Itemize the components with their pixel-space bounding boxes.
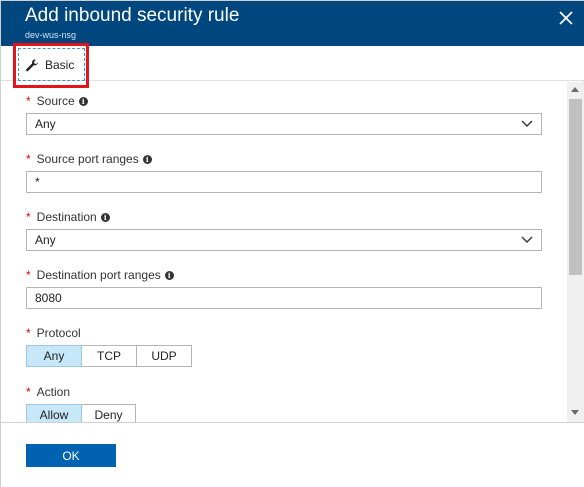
destination-label-row: * Destination i	[26, 210, 110, 224]
protocol-label: Protocol	[36, 326, 81, 340]
source-port-label: Source port ranges	[36, 152, 139, 166]
scroll-up-arrow-icon[interactable]	[571, 87, 579, 92]
ok-button[interactable]: OK	[26, 444, 116, 467]
protocol-field: * Protocol Any TCP UDP	[26, 326, 192, 367]
source-label: Source	[36, 94, 75, 108]
source-port-label-row: * Source port ranges i	[26, 152, 152, 166]
destination-select-value: Any	[35, 233, 56, 247]
info-icon[interactable]: i	[100, 212, 110, 222]
required-asterisk: *	[26, 94, 31, 108]
protocol-option-udp[interactable]: UDP	[137, 345, 192, 367]
scroll-thumb[interactable]	[569, 99, 582, 275]
action-label: Action	[36, 385, 71, 399]
info-icon[interactable]: i	[78, 96, 88, 106]
blade-title: Add inbound security rule	[25, 5, 240, 26]
blade-footer: OK	[1, 422, 584, 487]
protocol-selector: Any TCP UDP	[26, 345, 192, 367]
source-port-value: *	[35, 175, 40, 189]
required-asterisk: *	[26, 268, 31, 282]
action-option-deny[interactable]: Deny	[82, 404, 136, 422]
action-selector: Allow Deny	[26, 404, 136, 422]
vertical-scrollbar[interactable]	[567, 82, 584, 422]
destination-select[interactable]: Any	[26, 229, 542, 251]
required-asterisk: *	[26, 152, 31, 166]
action-field: * Action Allow Deny	[26, 385, 136, 422]
chevron-down-icon	[521, 120, 533, 127]
scroll-down-arrow-icon[interactable]	[571, 410, 579, 415]
destination-port-input[interactable]: 8080	[26, 287, 542, 309]
source-select[interactable]: Any	[26, 113, 542, 135]
destination-port-field: * Destination port ranges i 8080	[26, 268, 542, 309]
destination-label: Destination	[36, 210, 97, 224]
required-asterisk: *	[26, 385, 31, 399]
info-icon[interactable]: i	[164, 270, 174, 280]
close-icon[interactable]	[557, 9, 575, 27]
source-select-value: Any	[35, 117, 56, 131]
destination-port-label: Destination port ranges	[36, 268, 161, 282]
add-inbound-rule-blade: Add inbound security rule dev-wus-nsg Ba…	[0, 0, 584, 487]
required-asterisk: *	[26, 326, 31, 340]
source-port-input[interactable]: *	[26, 171, 542, 193]
destination-port-label-row: * Destination port ranges i	[26, 268, 174, 282]
protocol-option-tcp[interactable]: TCP	[82, 345, 137, 367]
action-option-allow[interactable]: Allow	[26, 404, 82, 422]
protocol-label-row: * Protocol	[26, 326, 81, 340]
form-content: * Source i Any * Source port ranges i * …	[1, 82, 567, 422]
destination-field: * Destination i Any	[26, 210, 542, 251]
source-field: * Source i Any	[26, 94, 542, 135]
protocol-option-any[interactable]: Any	[26, 345, 82, 367]
blade-header: Add inbound security rule dev-wus-nsg	[1, 1, 584, 46]
destination-port-value: 8080	[35, 291, 62, 305]
info-icon[interactable]: i	[142, 154, 152, 164]
action-label-row: * Action	[26, 385, 70, 399]
source-label-row: * Source i	[26, 94, 88, 108]
source-port-field: * Source port ranges i *	[26, 152, 542, 193]
chevron-down-icon	[521, 236, 533, 243]
required-asterisk: *	[26, 210, 31, 224]
blade-subtitle: dev-wus-nsg	[25, 30, 77, 40]
blade-toolbar: Basic	[1, 43, 584, 88]
